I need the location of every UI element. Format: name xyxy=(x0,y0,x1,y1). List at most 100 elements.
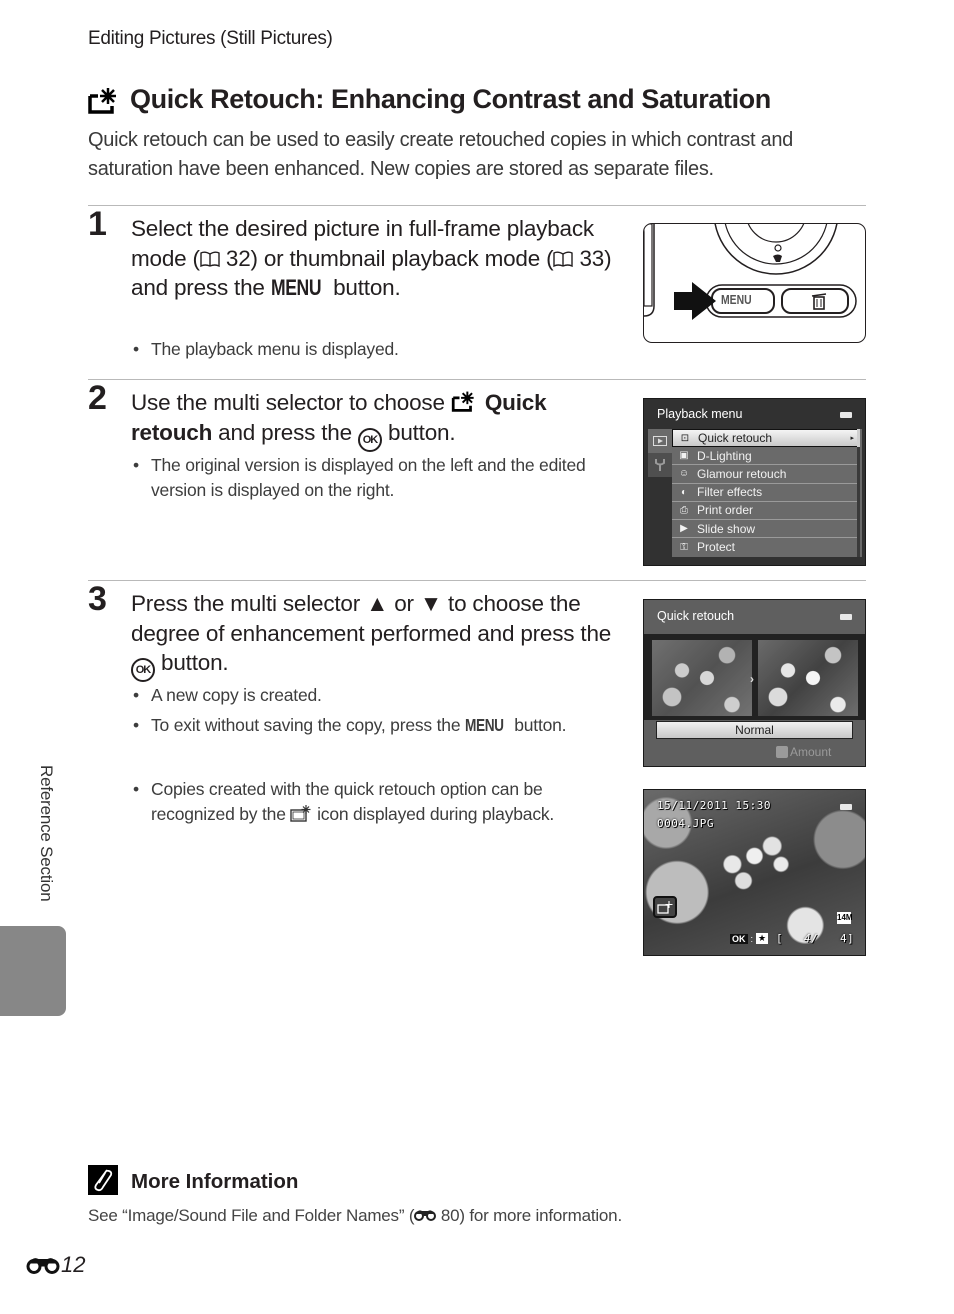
quick-retouch-icon: ⊡ xyxy=(680,432,690,444)
camera-illustration: MENU xyxy=(643,223,866,343)
preview-band: › xyxy=(644,634,865,720)
page-number-value: 12 xyxy=(61,1252,86,1277)
menu-item-label: Quick retouch xyxy=(698,431,773,446)
menu-item-label: Print order xyxy=(697,503,754,518)
book-reference-icon xyxy=(200,251,220,267)
intro-paragraph: Quick retouch can be used to easily crea… xyxy=(88,129,794,180)
step-text-part: Use the multi selector to choose xyxy=(131,390,451,415)
more-info-text-part: See “Image/Sound File and Folder Names” … xyxy=(88,1206,415,1225)
step-2-bullets: The original version is displayed on the… xyxy=(131,453,621,508)
divider xyxy=(88,379,866,380)
bullet-item: Copies created with the quick retouch op… xyxy=(131,777,621,827)
menu-item-label: Glamour retouch xyxy=(697,466,787,481)
note-bullets: Copies created with the quick retouch op… xyxy=(131,777,621,832)
bullet-item: The playback menu is displayed. xyxy=(131,337,621,362)
step-3-bullets: A new copy is created. To exit without s… xyxy=(131,683,621,743)
more-info-text: See “Image/Sound File and Folder Names” … xyxy=(88,1206,622,1226)
reference-section-icon xyxy=(26,1258,60,1274)
colon: : xyxy=(750,933,754,944)
step-text-part: or xyxy=(388,591,420,616)
menu-item-glamour-retouch[interactable]: ☺ Glamour retouch xyxy=(672,465,858,484)
camera-buttons-drawing xyxy=(644,224,857,320)
retouched-copy-icon xyxy=(290,805,311,822)
submenu-arrow-icon: ▸ xyxy=(850,435,854,443)
filter-effects-icon: ◐ xyxy=(680,486,688,498)
playback-menu-title: Playback menu xyxy=(657,407,743,421)
menu-item-protect[interactable]: ⚿ Protect xyxy=(672,538,858,556)
step-3-number: 3 xyxy=(88,580,107,618)
playback-menu-screen: Playback menu ⊡ Quick retouch ▸ ▣ D-Lightin… xyxy=(643,398,866,566)
bullet-text-part: To exit without saving the copy, press t… xyxy=(151,715,466,735)
menu-button-label: MENU xyxy=(721,292,752,307)
more-info-title: More Information xyxy=(131,1170,299,1193)
menu-item-d-lighting[interactable]: ▣ D-Lighting xyxy=(672,447,858,466)
original-image xyxy=(652,640,752,716)
menu-button-glyph: MENU xyxy=(270,275,322,300)
bullet-item: The original version is displayed on the… xyxy=(131,453,621,503)
step-1-bullets: The playback menu is displayed. xyxy=(131,337,621,367)
enhancement-level[interactable]: Normal xyxy=(656,721,853,739)
amount-hint: Amount xyxy=(776,745,831,759)
menu-button-glyph: MENU xyxy=(465,715,504,735)
menu-tabs xyxy=(648,429,672,477)
step-2-number: 2 xyxy=(88,379,107,417)
menu-item-label: Protect xyxy=(697,540,736,555)
reference-section-icon xyxy=(414,1210,437,1221)
playback-tab[interactable] xyxy=(648,429,672,453)
amount-label: Amount xyxy=(790,745,832,759)
reference-page[interactable]: 80 xyxy=(436,1206,460,1225)
scrollbar-thumb[interactable] xyxy=(857,429,860,447)
protect-icon: ⚿ xyxy=(680,541,688,553)
frame-bracket-left: [ xyxy=(776,932,784,945)
bullet-item: A new copy is created. xyxy=(131,683,621,708)
step-text-part: Press the multi selector xyxy=(131,591,367,616)
step-text-part: and press the xyxy=(212,419,358,445)
step-3-text: Press the multi selector ▲ or ▼ to choos… xyxy=(131,589,621,682)
page-title: Quick Retouch: Enhancing Contrast and Sa… xyxy=(88,84,771,115)
frame-total: 4] xyxy=(840,932,855,945)
quick-retouch-screen: Quick retouch › Normal Amount xyxy=(643,599,866,767)
menu-item-slide-show[interactable]: ▶ Slide show xyxy=(672,520,858,539)
playback-icon xyxy=(653,436,667,446)
bullet-text-part: button. xyxy=(509,715,567,735)
battery-icon xyxy=(840,614,852,620)
macro-icon xyxy=(773,254,782,262)
step-text-part: button. xyxy=(381,419,456,445)
trash-icon xyxy=(811,293,827,310)
side-section-label: Reference Section xyxy=(37,765,56,902)
bullet-text-part: icon displayed during playback. xyxy=(312,804,555,824)
menu-item-label: D-Lighting xyxy=(697,448,752,463)
datetime: 15/11/2011 15:30 xyxy=(657,799,771,812)
step-2-text: Use the multi selector to choose Quick r… xyxy=(131,388,621,452)
bullet-item: To exit without saving the copy, press t… xyxy=(131,713,621,738)
menu-item-print-order[interactable]: ⎙ Print order xyxy=(672,502,858,520)
slide-show-icon: ▶ xyxy=(680,523,688,535)
ok-button-icon: OK xyxy=(357,427,382,452)
quick-retouch-title: Quick retouch xyxy=(657,609,735,623)
down-arrow-icon: ▼ xyxy=(419,591,442,616)
step-text-part: button. xyxy=(155,650,229,675)
more-info-text-part: ) for more information. xyxy=(459,1206,622,1225)
menu-item-label: Filter effects xyxy=(697,485,763,500)
menu-item-quick-retouch[interactable]: ⊡ Quick retouch ▸ xyxy=(672,429,858,448)
menu-scrollbar[interactable] xyxy=(857,429,860,557)
edited-image xyxy=(758,640,858,716)
playback-screen: 15/11/2011 15:30 0004.JPG 14M OK : ★ [ 4… xyxy=(643,789,866,956)
battery-icon xyxy=(840,804,852,810)
step-text-part: 32) or thumbnail playback mode ( xyxy=(219,245,554,271)
step-text-part: button. xyxy=(327,275,401,300)
frame-counter: 4/ xyxy=(804,932,819,945)
battery-icon xyxy=(840,412,852,418)
quick-retouch-icon xyxy=(88,87,116,114)
print-order-icon: ⎙ xyxy=(680,504,688,516)
glamour-retouch-icon: ☺ xyxy=(678,468,690,480)
menu-item-label: Slide show xyxy=(697,521,756,536)
filename: 0004.JPG xyxy=(657,817,714,830)
setup-tab[interactable] xyxy=(648,453,672,477)
title-text: Quick Retouch: Enhancing Contrast and Sa… xyxy=(130,84,771,114)
ok-icon: OK xyxy=(730,933,748,944)
up-down-icon xyxy=(776,746,788,758)
menu-item-filter-effects[interactable]: ◐ Filter effects xyxy=(672,484,858,502)
retouched-copy-icon xyxy=(653,896,677,918)
book-reference-icon xyxy=(553,251,574,267)
